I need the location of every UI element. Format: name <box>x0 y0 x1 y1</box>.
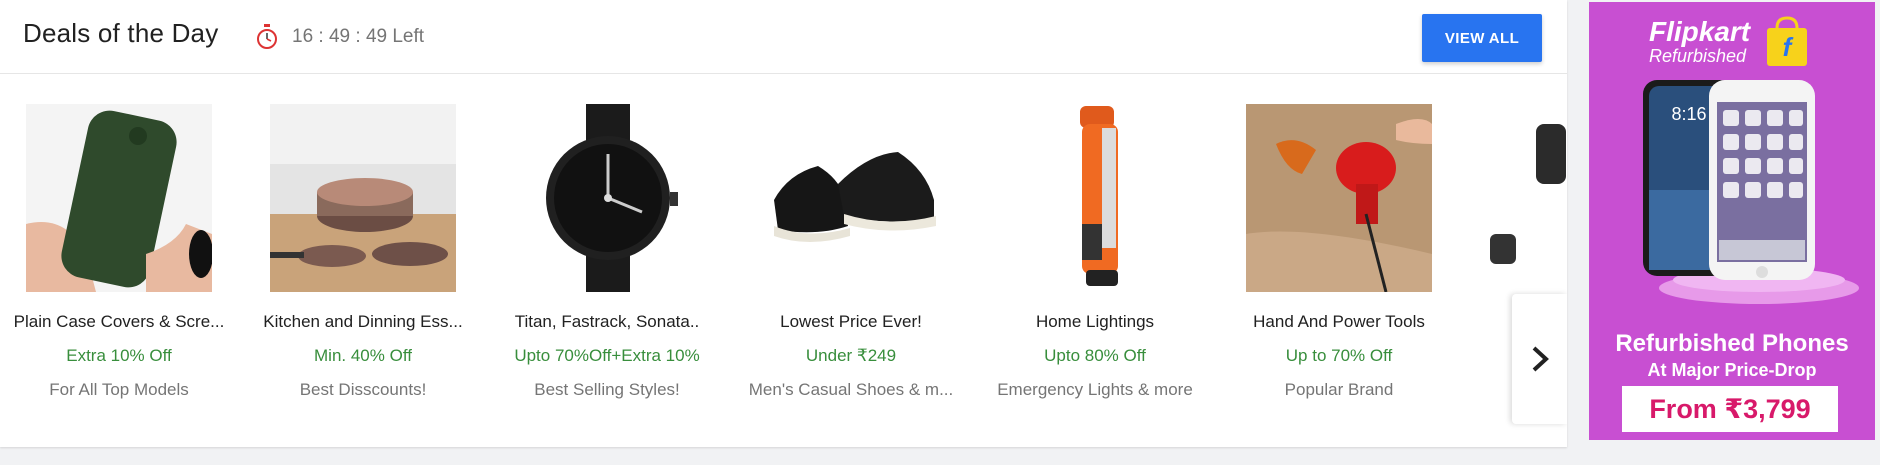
ad-brand-sub: Refurbished <box>1649 46 1747 66</box>
deal-name: Hand And Power Tools <box>1253 312 1425 331</box>
deal-name: Lowest Price Ever! <box>780 312 922 331</box>
deal-subtext: Emergency Lights & more <box>997 380 1193 399</box>
deal-card[interactable]: Hand And Power Tools Up to 70% Off Popul… <box>1224 104 1454 424</box>
deal-offer: Min. 40% Off <box>314 346 412 365</box>
view-all-button[interactable]: VIEW ALL <box>1422 14 1542 62</box>
deals-of-the-day-panel: Deals of the Day 16 : 49 : 49 Left VIEW … <box>0 0 1567 447</box>
ad-subtitle: At Major Price-Drop <box>1647 360 1817 380</box>
deal-card[interactable]: Home Lightings Upto 80% Off Emergency Li… <box>980 104 1210 424</box>
emergency-light-image <box>1002 104 1188 292</box>
deal-subtext: Popular Brand <box>1284 380 1394 399</box>
deals-header: Deals of the Day 16 : 49 : 49 Left VIEW … <box>0 0 1567 74</box>
page: Deals of the Day 16 : 49 : 49 Left VIEW … <box>0 0 1880 465</box>
watch-image <box>514 104 700 292</box>
deal-offer: Upto 80% Off <box>1044 346 1146 365</box>
deal-subtext: Men's Casual Shoes & m... <box>748 380 954 399</box>
phones-image: 8:16 <box>1643 80 1859 304</box>
deal-name: Plain Case Covers & Scre... <box>13 312 225 331</box>
deal-offer: Up to 70% Off <box>1285 346 1393 365</box>
ad-price-box: From ₹3,799 <box>1622 386 1838 432</box>
deal-offer: Under ₹249 <box>805 346 897 365</box>
shoes-image <box>758 104 944 292</box>
blower-image <box>1246 104 1432 292</box>
deal-subtext: For All Top Models <box>49 380 189 399</box>
deals-title: Deals of the Day <box>23 18 219 48</box>
phone-case-image <box>26 104 212 292</box>
deal-subtext: Best Selling Styles! <box>534 380 680 399</box>
chopper-image <box>1490 104 1567 292</box>
cookware-image <box>270 104 456 292</box>
ad-title: Refurbished Phones <box>1615 330 1849 357</box>
clock-icon <box>257 24 277 49</box>
svg-text:8:16: 8:16 <box>1671 104 1706 124</box>
deal-card[interactable]: Plain Case Covers & Scre... Extra 10% Of… <box>4 104 234 424</box>
chevron-right-icon <box>1532 346 1549 372</box>
ad-brand: Flipkart <box>1649 16 1751 47</box>
deal-card[interactable]: Lowest Price Ever! Under ₹249 Men's Casu… <box>736 104 966 424</box>
flipkart-bag-icon: f <box>1767 16 1807 66</box>
deal-offer: Extra 10% Off <box>66 346 172 365</box>
countdown-timer: 16 : 49 : 49 Left <box>292 26 425 47</box>
ad-price: From ₹3,799 <box>1649 393 1811 424</box>
deal-card[interactable]: Titan, Fastrack, Sonata.. Upto 70%Off+Ex… <box>492 104 722 424</box>
deals-carousel[interactable]: Plain Case Covers & Scre... Extra 10% Of… <box>0 104 1567 424</box>
deal-name: Home Lightings <box>1035 312 1155 331</box>
carousel-next-button[interactable] <box>1512 294 1567 424</box>
deal-card[interactable]: Kitchen and Dinning Ess... Min. 40% Off … <box>248 104 478 424</box>
deal-name: Kitchen and Dinning Ess... <box>263 312 463 331</box>
deal-subtext: Best Disscounts! <box>299 380 427 399</box>
deal-offer: Upto 70%Off+Extra 10% <box>514 346 700 365</box>
refurbished-phones-ad[interactable]: Flipkart Refurbished f 8:16 Refurbished … <box>1589 2 1875 440</box>
deal-name: Titan, Fastrack, Sonata.. <box>514 312 700 331</box>
